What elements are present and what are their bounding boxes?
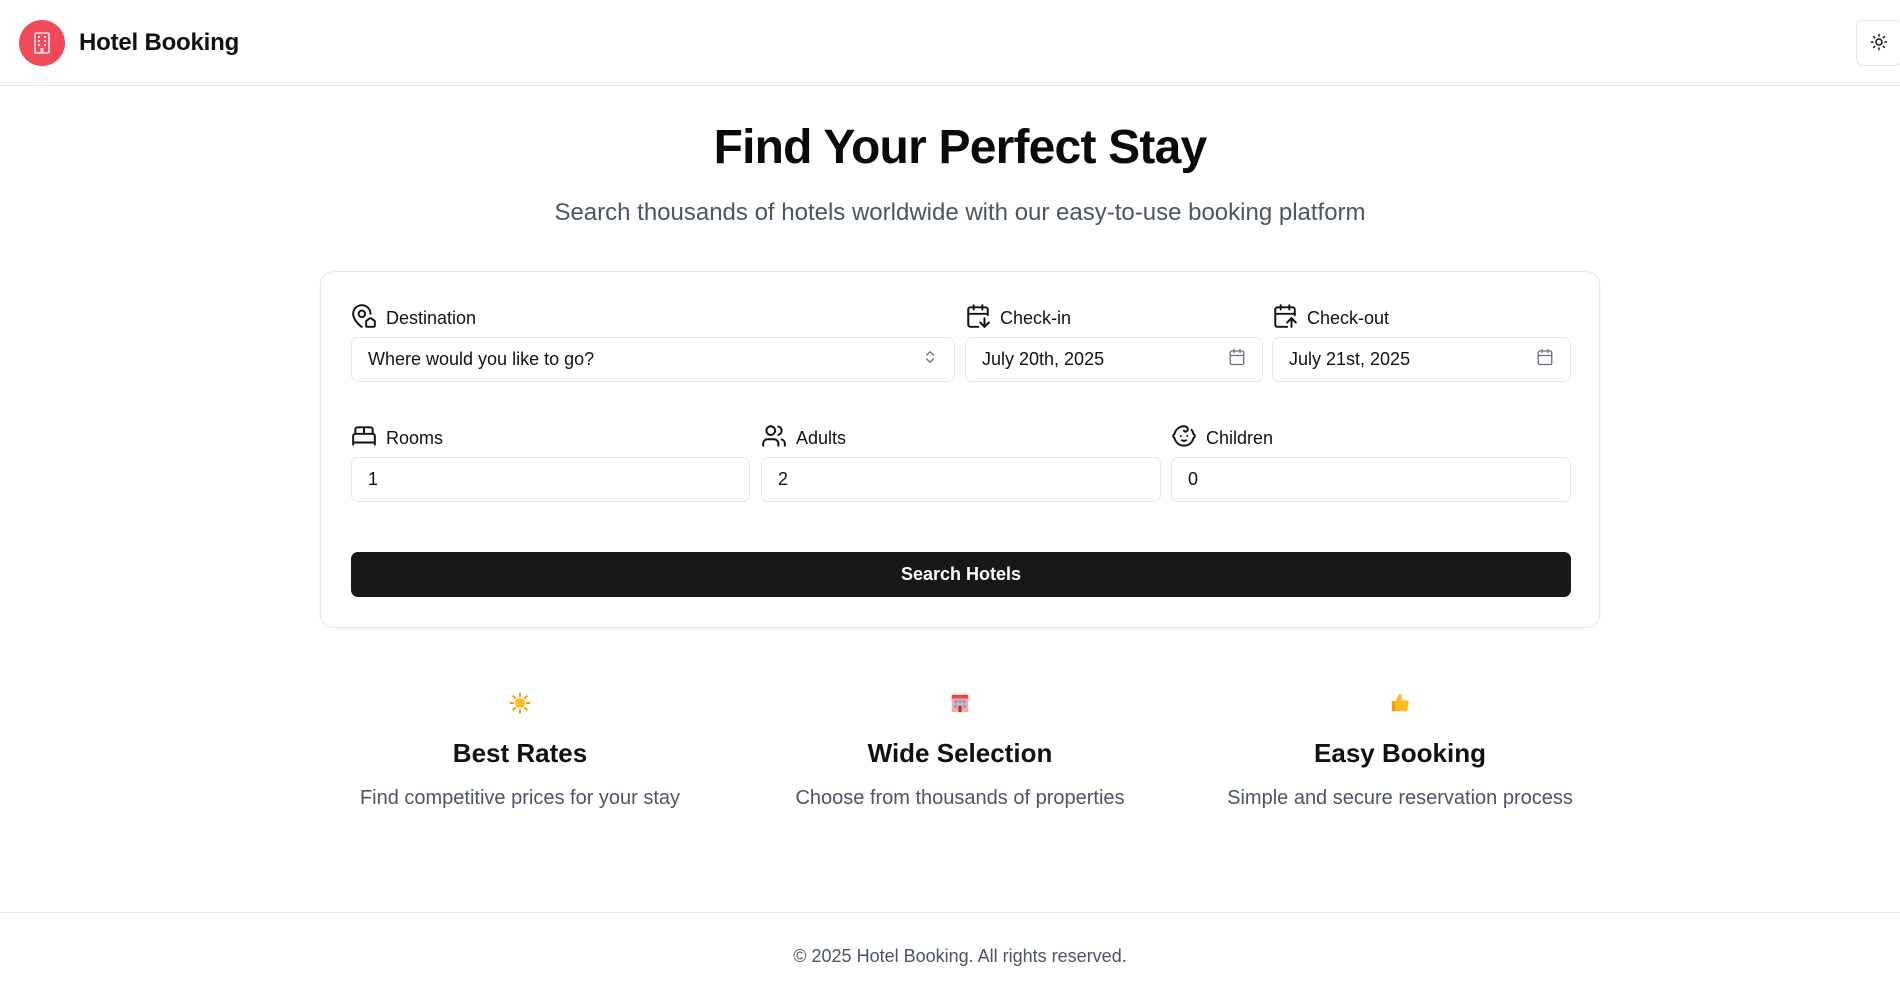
search-form-card: Destination Where would you like to go? … — [320, 271, 1600, 628]
checkout-label: Check-out — [1272, 303, 1389, 334]
rooms-field[interactable] — [368, 469, 733, 490]
feature-title: Best Rates — [452, 738, 588, 768]
chevrons-up-down-icon — [922, 349, 938, 370]
hotel-building-icon — [19, 20, 65, 66]
sun-icon — [1870, 33, 1888, 54]
children-field[interactable] — [1188, 469, 1554, 490]
adults-label: Adults — [761, 423, 846, 454]
top-navbar: Hotel Booking — [0, 0, 1900, 86]
calendar-arrow-down-icon — [965, 303, 991, 334]
users-icon — [761, 423, 787, 454]
page-subtitle: Search thousands of hotels worldwide wit… — [554, 199, 1366, 226]
calendar-arrow-up-icon — [1272, 303, 1298, 334]
checkin-date-picker[interactable]: July 20th, 2025 — [965, 337, 1263, 382]
checkin-label: Check-in — [965, 303, 1071, 334]
checkout-value: July 21st, 2025 — [1289, 349, 1411, 369]
rooms-label: Rooms — [351, 423, 443, 454]
checkin-value: July 20th, 2025 — [982, 349, 1105, 369]
children-input[interactable] — [1171, 457, 1571, 502]
destination-label: Destination — [351, 303, 476, 334]
feature-description: Choose from thousands of properties — [795, 787, 1125, 809]
page-title: Find Your Perfect Stay — [713, 121, 1208, 174]
brand[interactable]: Hotel Booking — [19, 20, 239, 66]
feature-wide-selection: Wide Selection Choose from thousands of … — [750, 690, 1170, 810]
calendar-icon — [1228, 348, 1246, 371]
feature-best-rates: Best Rates Find competitive prices for y… — [310, 690, 730, 810]
feature-title: Wide Selection — [867, 738, 1053, 768]
feature-easy-booking: Easy Booking Simple and secure reservati… — [1190, 690, 1610, 810]
thumbs-up-emoji-icon — [1190, 690, 1610, 716]
destination-select[interactable]: Where would you like to go? — [351, 337, 955, 382]
feature-description: Find competitive prices for your stay — [359, 787, 681, 809]
search-hotels-button[interactable]: Search Hotels — [351, 552, 1571, 597]
feature-description: Simple and secure reservation process — [1227, 787, 1573, 809]
baby-icon — [1171, 423, 1197, 454]
copyright-text: © 2025 Hotel Booking. All rights reserve… — [793, 946, 1127, 966]
checkout-date-picker[interactable]: July 21st, 2025 — [1272, 337, 1571, 382]
rooms-input[interactable] — [351, 457, 750, 502]
calendar-icon — [1536, 348, 1554, 371]
sun-emoji-icon — [310, 690, 730, 716]
children-label: Children — [1171, 423, 1273, 454]
bed-icon — [351, 423, 377, 454]
footer: © 2025 Hotel Booking. All rights reserve… — [0, 912, 1900, 999]
brand-name: Hotel Booking — [79, 29, 240, 56]
adults-field[interactable] — [778, 469, 1144, 490]
theme-toggle-button[interactable] — [1856, 20, 1900, 66]
destination-value: Where would you like to go? — [368, 349, 595, 369]
adults-input[interactable] — [761, 457, 1161, 502]
hotel-emoji-icon — [750, 690, 1170, 716]
feature-title: Easy Booking — [1314, 738, 1486, 768]
map-pin-house-icon — [351, 303, 377, 334]
